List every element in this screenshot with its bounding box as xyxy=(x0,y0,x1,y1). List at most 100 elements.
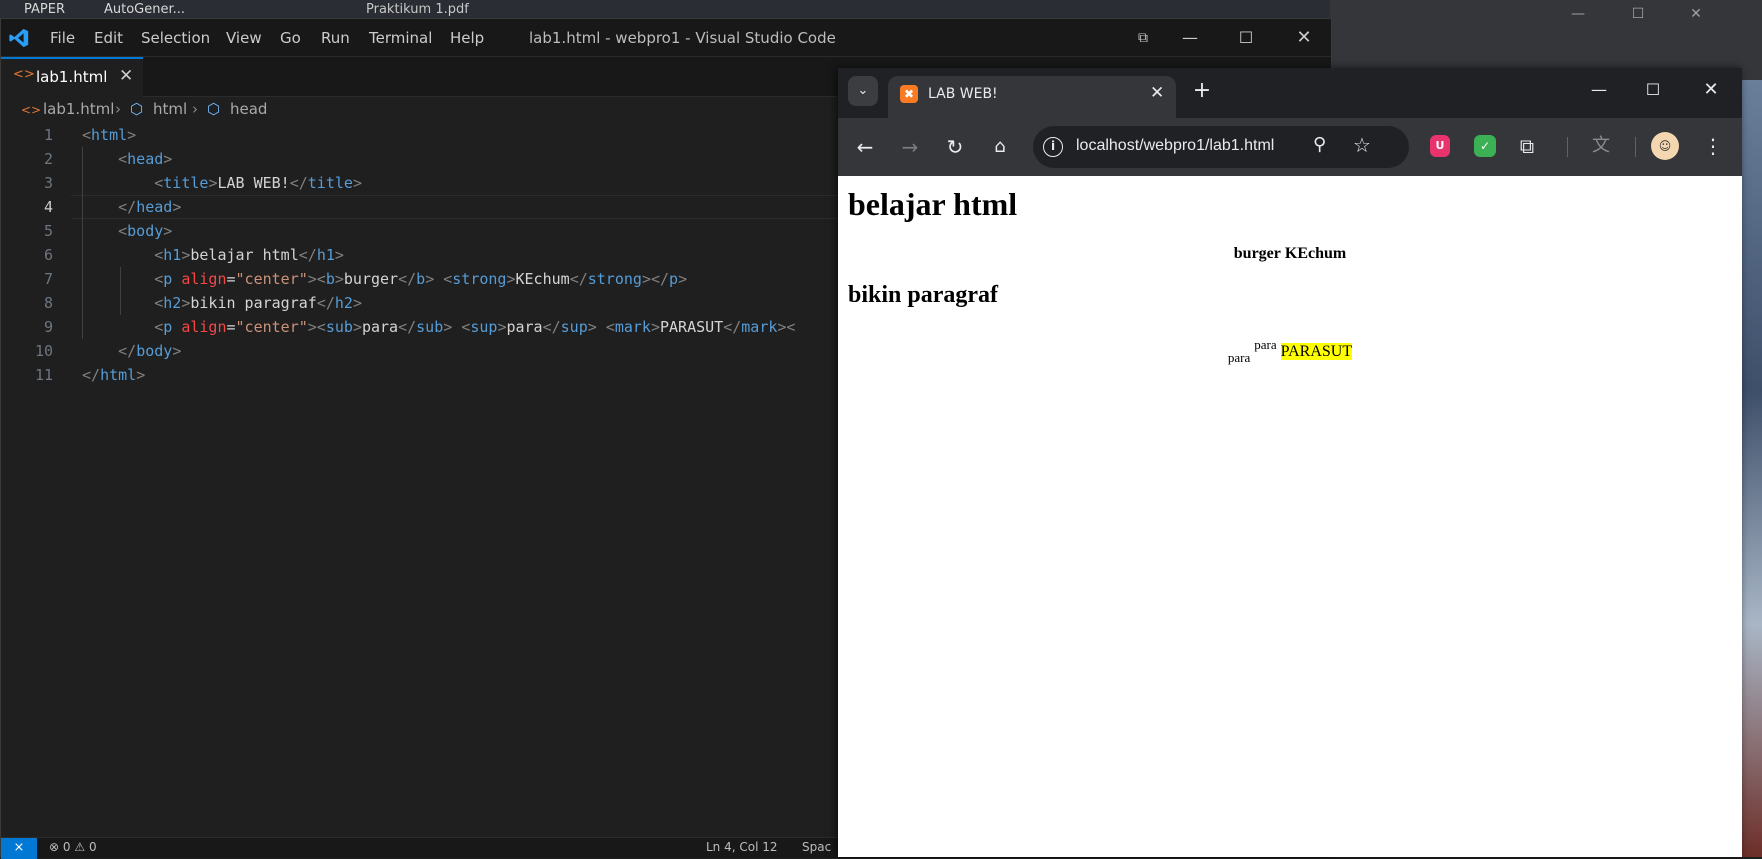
line-number: 11 xyxy=(34,366,53,384)
problems-status[interactable]: ⊗ 0 ⚠ 0 xyxy=(49,840,97,854)
page-heading-1: belajar html xyxy=(848,186,1018,222)
minimize-icon[interactable]: — xyxy=(1574,74,1624,106)
highlighted-text: PARASUT xyxy=(1280,343,1353,360)
chrome-toolbar: ← → ↻ ⌂ i localhost/webpro1/lab1.html ⚲ … xyxy=(838,118,1742,176)
tab-search-chevron-down-icon[interactable]: ⌄ xyxy=(848,76,878,106)
code-line-7: <p align="center"><b>burger</b> <strong>… xyxy=(154,270,688,288)
indentation-status[interactable]: Spac xyxy=(802,840,831,854)
line-number: 1 xyxy=(43,126,53,144)
error-icon: ⊗ xyxy=(49,840,60,854)
translate-icon[interactable]: 文 xyxy=(1588,133,1614,159)
minimize-icon[interactable]: — xyxy=(1167,19,1213,57)
code-line-8: <h2>bikin paragraf</h2> xyxy=(154,294,362,312)
desktop-wallpaper-strip xyxy=(1742,80,1762,857)
menu-terminal[interactable]: Terminal xyxy=(369,19,432,57)
page-viewport: belajar html burger KEchum bikin paragra… xyxy=(838,176,1742,857)
more-menu-icon[interactable]: ⋮ xyxy=(1700,133,1726,159)
page-heading-2: bikin paragraf xyxy=(848,282,999,308)
tab-title: LAB WEB! xyxy=(928,86,998,102)
tab-lab1-html[interactable]: <> lab1.html ✕ xyxy=(1,57,143,97)
current-line-highlight xyxy=(71,195,841,219)
code-mark-text: PARASUT xyxy=(660,318,724,336)
element-icon: ⬡ xyxy=(207,100,221,118)
tab-lab-web[interactable]: ✖ LAB WEB! ✕ xyxy=(888,76,1176,118)
code-title-text: LAB WEB! xyxy=(217,174,290,192)
remote-icon[interactable]: ⨯ xyxy=(1,838,37,859)
maximize-icon[interactable]: ☐ xyxy=(1628,74,1678,106)
xampp-favicon-icon: ✖ xyxy=(900,85,918,103)
maximize-icon[interactable]: ☐ xyxy=(1223,19,1269,57)
html-file-icon: <> xyxy=(13,67,35,82)
code-line-6: <h1>belajar html</h1> xyxy=(154,246,344,264)
tab-label: lab1.html xyxy=(36,68,108,86)
reload-icon[interactable]: ↻ xyxy=(939,131,971,163)
code-strong-text: KEchum xyxy=(515,270,570,288)
bg-maximize-icon: ☐ xyxy=(1631,6,1645,22)
code-line-10: </body> xyxy=(118,342,182,360)
url-text[interactable]: localhost/webpro1/lab1.html xyxy=(1076,137,1274,155)
line-number: 8 xyxy=(43,294,53,312)
chevron-right-icon: › xyxy=(115,100,121,118)
ublock-shield-icon[interactable]: U xyxy=(1430,135,1450,157)
superscript-text: para xyxy=(1254,337,1277,352)
strong-text: KEchum xyxy=(1284,245,1347,262)
vscode-titlebar: File Edit Selection View Go Run Terminal… xyxy=(1,19,1331,57)
code-line-5: <body> xyxy=(118,222,173,240)
back-arrow-icon[interactable]: ← xyxy=(849,131,881,163)
breadcrumb-html[interactable]: html xyxy=(153,100,187,118)
breadcrumb-file[interactable]: lab1.html xyxy=(43,100,114,118)
menu-selection[interactable]: Selection xyxy=(141,19,210,57)
cursor-position[interactable]: Ln 4, Col 12 xyxy=(706,840,778,854)
copilot-icon[interactable]: ⧉ xyxy=(1120,19,1166,57)
chrome-tabstrip: ⌄ ✖ LAB WEB! ✕ + — ☐ ✕ xyxy=(838,68,1742,118)
home-icon[interactable]: ⌂ xyxy=(984,131,1016,163)
code-line-3: <title>LAB WEB!</title> xyxy=(154,174,362,192)
menu-run[interactable]: Run xyxy=(321,19,350,57)
toolbar-divider xyxy=(1635,137,1636,157)
subscript-text: para xyxy=(1227,350,1251,365)
line-number: 2 xyxy=(43,150,53,168)
extensions-puzzle-icon[interactable]: ⧉ xyxy=(1514,133,1540,159)
tab-close-icon[interactable]: ✕ xyxy=(1150,83,1164,103)
bg-close-icon: ✕ xyxy=(1690,6,1702,22)
zoom-magnifier-icon[interactable]: ⚲ xyxy=(1313,134,1326,155)
vscode-logo-icon xyxy=(9,28,29,48)
line-number: 3 xyxy=(43,174,53,192)
address-bar[interactable]: i localhost/webpro1/lab1.html ⚲ ☆ xyxy=(1033,126,1409,168)
close-icon[interactable]: ✕ xyxy=(1686,74,1736,106)
warning-count: 0 xyxy=(88,840,97,854)
code-h2-text: bikin paragraf xyxy=(190,294,317,312)
bookmark-star-icon[interactable]: ☆ xyxy=(1353,133,1371,157)
breadcrumb-head[interactable]: head xyxy=(230,100,267,118)
line-number: 6 xyxy=(43,246,53,264)
forward-arrow-icon[interactable]: → xyxy=(894,131,926,163)
menu-help[interactable]: Help xyxy=(450,19,484,57)
code-b-text: burger xyxy=(343,270,399,288)
code-line-1: <html> xyxy=(82,126,137,144)
site-info-icon[interactable]: i xyxy=(1043,137,1063,157)
new-tab-plus-icon[interactable]: + xyxy=(1188,78,1216,106)
code-line-9: <p align="center"><sub>para</sub> <sup>p… xyxy=(154,318,796,336)
menu-file[interactable]: File xyxy=(50,19,75,57)
bold-text: burger xyxy=(1233,245,1281,262)
tab-close-icon[interactable]: ✕ xyxy=(119,66,133,86)
chevron-right-icon: › xyxy=(192,100,198,118)
menu-go[interactable]: Go xyxy=(280,19,301,57)
menu-view[interactable]: View xyxy=(226,19,262,57)
code-h1-text: belajar html xyxy=(190,246,299,264)
close-icon[interactable]: ✕ xyxy=(1281,19,1327,57)
menu-edit[interactable]: Edit xyxy=(94,19,123,57)
profile-avatar[interactable]: ☺ xyxy=(1651,132,1679,160)
page-paragraph-1: burger KEchum xyxy=(838,245,1742,263)
element-icon: ⬡ xyxy=(130,100,144,118)
chrome-window: ⌄ ✖ LAB WEB! ✕ + — ☐ ✕ ← → ↻ ⌂ i localho… xyxy=(838,68,1742,857)
code-sub-text: para xyxy=(361,318,399,336)
code-line-2: <head> xyxy=(118,150,173,168)
bg-minimize-icon: — xyxy=(1571,6,1585,22)
background-tab-autogen: AutoGener... xyxy=(104,2,186,17)
toolbar-divider xyxy=(1567,137,1568,157)
code-sup-text: para xyxy=(506,318,543,336)
line-number: 7 xyxy=(43,270,53,288)
vpn-shield-icon[interactable]: ✓ xyxy=(1474,135,1496,157)
line-number: 5 xyxy=(43,222,53,240)
